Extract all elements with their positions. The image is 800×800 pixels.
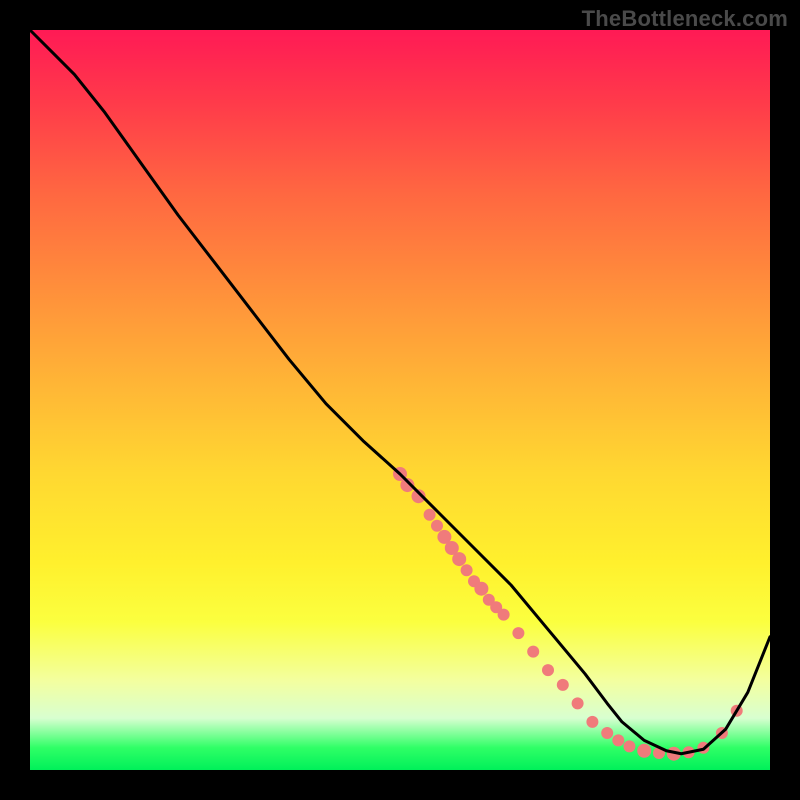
chart-svg bbox=[30, 30, 770, 770]
data-point bbox=[601, 727, 613, 739]
data-point bbox=[623, 740, 635, 752]
data-point bbox=[512, 627, 524, 639]
chart-frame: TheBottleneck.com bbox=[0, 0, 800, 800]
data-point bbox=[461, 564, 473, 576]
data-point bbox=[542, 664, 554, 676]
data-point bbox=[557, 679, 569, 691]
data-point bbox=[424, 509, 436, 521]
data-point bbox=[612, 734, 624, 746]
data-points-layer bbox=[393, 467, 743, 761]
curve-line bbox=[30, 30, 770, 754]
data-point bbox=[431, 520, 443, 532]
data-point bbox=[498, 609, 510, 621]
data-point bbox=[452, 552, 466, 566]
data-point bbox=[586, 716, 598, 728]
data-point bbox=[572, 697, 584, 709]
data-point bbox=[474, 582, 488, 596]
plot-area bbox=[30, 30, 770, 770]
data-point bbox=[637, 744, 651, 758]
watermark-text: TheBottleneck.com bbox=[582, 6, 788, 32]
data-point bbox=[527, 646, 539, 658]
